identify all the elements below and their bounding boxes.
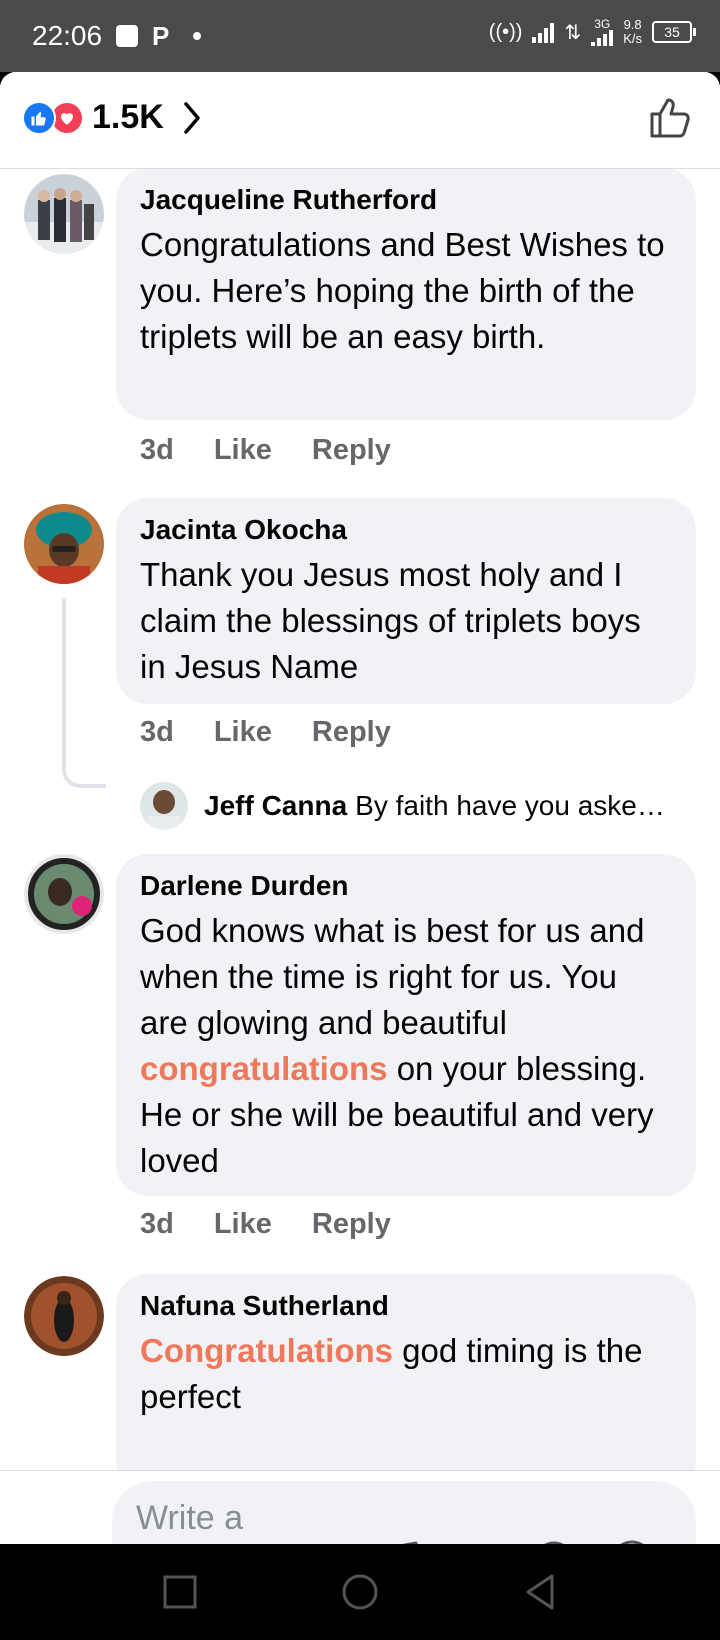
comment-text-part: Congratulations and Best Wishes to you. … — [140, 226, 665, 355]
notification-icons: P — [116, 21, 202, 51]
signal-icon-2 — [591, 30, 614, 46]
comment-author[interactable]: Nafuna Sutherland — [140, 1288, 672, 1324]
battery-icon: 35 — [652, 21, 696, 43]
network-indicator: 3G — [591, 17, 614, 46]
comment-input-box[interactable]: GIF — [112, 1481, 696, 1544]
system-nav-bar — [0, 1544, 720, 1640]
reply-author[interactable]: Jeff Canna — [204, 790, 347, 822]
battery-level: 35 — [664, 24, 680, 40]
music-icon[interactable] — [376, 1537, 424, 1544]
comment-bubble[interactable]: Jacinta Okocha Thank you Jesus most holy… — [116, 498, 696, 704]
comment-text: God knows what is best for us and when t… — [140, 908, 672, 1184]
system-indicators: ((•)) ⇅ 3G 9.8 K/s 35 — [488, 17, 696, 46]
reply-button[interactable]: Reply — [312, 716, 391, 749]
net-speed-unit: K/s — [623, 31, 642, 46]
comment-actions: 3d Like Reply — [140, 716, 391, 749]
comment-text: Congratulations and Best Wishes to you. … — [140, 222, 672, 360]
status-time: 22:06 — [32, 20, 103, 51]
data-transfer-icon: ⇅ — [564, 21, 582, 44]
highlighted-text[interactable]: Congratulations — [140, 1332, 393, 1369]
back-icon[interactable] — [520, 1572, 560, 1612]
recents-icon[interactable] — [160, 1572, 200, 1612]
like-button[interactable]: Like — [214, 716, 272, 749]
home-icon[interactable] — [340, 1572, 380, 1612]
status-bar: 22:06 P ((•)) ⇅ 3G 9.8 K/s 35 — [0, 0, 720, 72]
more-notifications-dot-icon — [193, 32, 202, 40]
reply-button[interactable]: Reply — [312, 1208, 391, 1241]
like-button[interactable]: Like — [214, 1208, 272, 1241]
comment-text: Congratulations god timing is the perfec… — [140, 1328, 672, 1420]
camera-icon[interactable] — [30, 1543, 82, 1544]
net-speed: 9.8 K/s — [623, 18, 642, 46]
comment-text-part: God knows what is best for us and when t… — [140, 912, 645, 1041]
net-speed-value: 9.8 — [623, 17, 642, 32]
notification-square-icon — [116, 25, 138, 47]
comment-actions: 3d Like Reply — [140, 1208, 391, 1241]
reply-button[interactable]: Reply — [312, 434, 391, 467]
avatar[interactable] — [24, 504, 104, 584]
comment-composer: GIF — [0, 1470, 720, 1544]
thread-connector — [62, 598, 106, 788]
reply-preview[interactable]: Jeff Canna By faith have you aske… — [140, 782, 665, 830]
comment-bubble[interactable]: Darlene Durden God knows what is best fo… — [116, 854, 696, 1196]
comment-author[interactable]: Darlene Durden — [140, 868, 672, 904]
comment-actions: 3d Like Reply — [140, 434, 391, 467]
reaction-count: 1.5K — [92, 98, 164, 136]
reply-avatar[interactable] — [140, 782, 188, 830]
hotspot-icon: ((•)) — [488, 20, 523, 43]
comment-time: 3d — [140, 1208, 174, 1240]
reactions-header: 1.5K — [0, 72, 720, 169]
avatar[interactable] — [24, 174, 104, 254]
comment-bubble[interactable]: Nafuna Sutherland Congratulations god ti… — [116, 1274, 696, 1470]
comment-list[interactable]: Jacqueline Rutherford Congratulations an… — [0, 168, 720, 1470]
comments-sheet: 1.5K Jacqueline Rutherford Congratulatio… — [0, 72, 720, 1544]
notification-p-icon: P — [152, 21, 170, 51]
comment-time: 3d — [140, 434, 174, 466]
thumbs-up-icon[interactable] — [648, 96, 692, 140]
avatar[interactable] — [24, 1276, 104, 1356]
emoji-icon[interactable] — [608, 1537, 656, 1544]
comment-text: Thank you Jesus most holy and I claim th… — [140, 552, 672, 690]
comment-bubble[interactable]: Jacqueline Rutherford Congratulations an… — [116, 168, 696, 420]
comment-text-part: Thank you Jesus most holy and I claim th… — [140, 556, 641, 685]
comment-input[interactable] — [136, 1497, 356, 1544]
like-button[interactable]: Like — [214, 434, 272, 467]
comment-time: 3d — [140, 716, 174, 748]
highlighted-text[interactable]: congratulations — [140, 1050, 388, 1087]
like-reaction-icon — [22, 100, 56, 135]
reply-snippet: By faith have you aske… — [355, 790, 665, 821]
comment-author[interactable]: Jacqueline Rutherford — [140, 182, 672, 218]
sticker-icon[interactable] — [530, 1537, 578, 1544]
avatar[interactable] — [24, 854, 104, 934]
chevron-right-icon — [184, 101, 200, 134]
reactions-summary[interactable]: 1.5K — [22, 98, 202, 137]
comment-author[interactable]: Jacinta Okocha — [140, 512, 672, 548]
network-type: 3G — [594, 17, 611, 31]
signal-icon — [532, 21, 555, 43]
gif-icon[interactable]: GIF — [452, 1537, 500, 1544]
